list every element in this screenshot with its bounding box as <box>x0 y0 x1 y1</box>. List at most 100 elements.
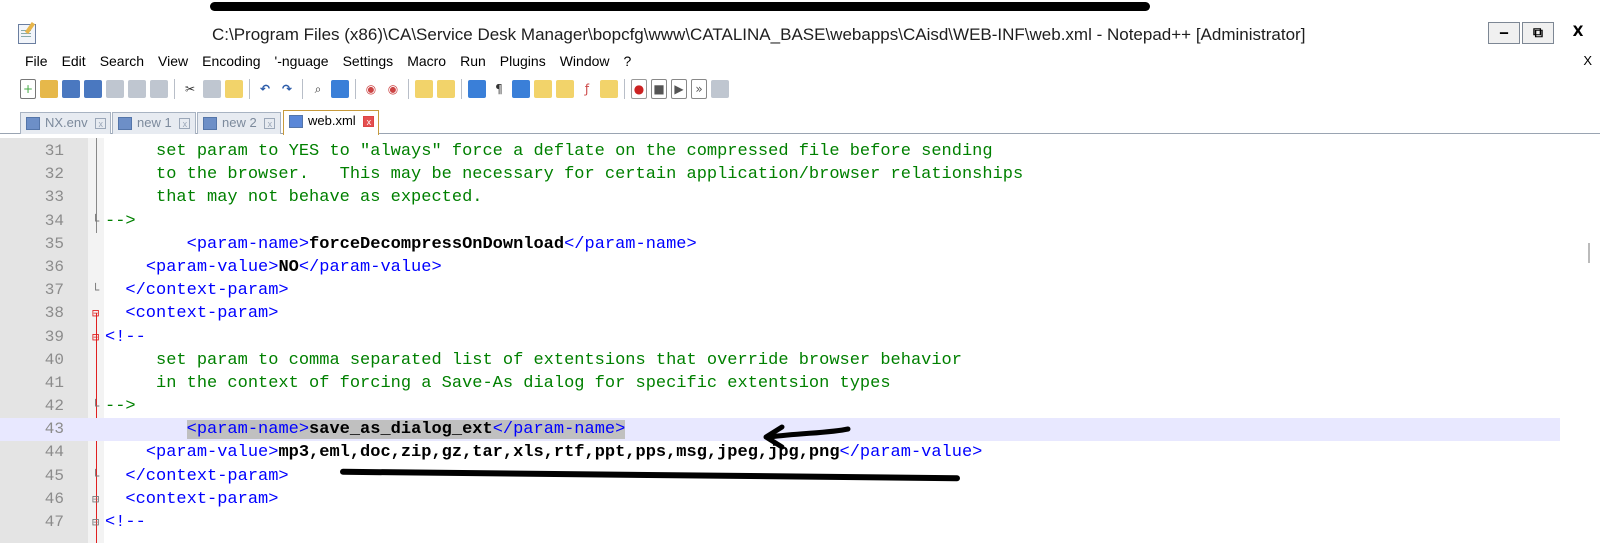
tab-close-icon[interactable]: x <box>95 118 107 130</box>
code-line[interactable]: 35 <param-name>forceDecompressOnDownload… <box>0 233 1560 256</box>
indent-guide-icon[interactable] <box>512 80 530 98</box>
close-all-icon[interactable] <box>128 80 146 98</box>
menu-language[interactable]: '-nguage <box>275 50 329 72</box>
tab-nx-env[interactable]: NX.env x <box>20 112 111 134</box>
undo-icon[interactable]: ↶ <box>256 80 274 98</box>
close-button[interactable]: X <box>1556 22 1600 42</box>
save-all-icon[interactable] <box>84 80 102 98</box>
code-line[interactable]: 37 └ </context-param> <box>0 279 1560 302</box>
code-line[interactable]: 46 ⊟ <context-param> <box>0 488 1560 511</box>
zoom-in-icon[interactable]: ◉ <box>362 80 380 98</box>
save-macro-icon[interactable] <box>711 80 729 98</box>
toolbar-separator <box>355 79 356 99</box>
close-icon[interactable] <box>106 80 124 98</box>
print-icon[interactable] <box>150 80 168 98</box>
xml-close-tag: </param-name> <box>492 420 626 440</box>
menu-window[interactable]: Window <box>560 50 610 72</box>
tab-close-icon[interactable]: x <box>179 118 191 130</box>
scrollbar-thumb[interactable] <box>1580 243 1590 263</box>
menu-edit[interactable]: Edit <box>62 50 86 72</box>
run-macro-multi-icon[interactable]: » <box>691 79 707 99</box>
folder-icon[interactable] <box>600 80 618 98</box>
vertical-scrollbar[interactable] <box>1560 138 1600 543</box>
replace-icon[interactable] <box>331 80 349 98</box>
menu-settings[interactable]: Settings <box>343 50 394 72</box>
code-line[interactable]: 34 └ --> <box>0 210 1560 233</box>
find-icon[interactable]: ⌕ <box>309 80 327 98</box>
redo-icon[interactable]: ↷ <box>278 80 296 98</box>
code-line[interactable]: 47 ⊟ <!-- <box>0 511 1560 534</box>
code-line[interactable]: 41 in the context of forcing a Save-As d… <box>0 372 1560 395</box>
editor-pane[interactable]: 31 set param to YES to "always" force a … <box>0 138 1600 543</box>
restore-button[interactable]: ⧉ <box>1522 22 1554 44</box>
stop-macro-icon[interactable]: ■ <box>651 79 667 99</box>
xml-tag: <param-value> <box>145 443 279 463</box>
code-line[interactable]: 39 ⊟ <!-- <box>0 326 1560 349</box>
new-file-icon[interactable]: + <box>20 79 36 99</box>
play-macro-icon[interactable]: ▶ <box>671 79 687 99</box>
toolbar: + ✂ ↶ ↷ ⌕ ◉ ◉ ¶ ƒ ● ■ ▶ » <box>20 76 733 102</box>
code-line[interactable]: 42 └ --> <box>0 395 1560 418</box>
fold-toggle-icon[interactable]: ⊟ <box>92 302 99 325</box>
code-line[interactable]: 40 set param to comma separated list of … <box>0 349 1560 372</box>
file-icon <box>203 117 217 130</box>
line-number: 40 <box>44 350 64 369</box>
minimize-button[interactable]: ‒ <box>1488 22 1520 44</box>
menu-encoding[interactable]: Encoding <box>202 50 260 72</box>
code-line[interactable]: 33 that may not behave as expected. <box>0 186 1560 209</box>
code-line[interactable]: 32 to the browser. This may be necessary… <box>0 163 1560 186</box>
sync-v-icon[interactable] <box>415 80 433 98</box>
code-text: set param to comma separated list of ext… <box>105 349 962 372</box>
line-number: 39 <box>44 327 64 346</box>
fold-toggle-icon[interactable]: ⊟ <box>92 326 99 349</box>
save-icon[interactable] <box>62 80 80 98</box>
xml-close-tag: </param-name> <box>564 234 697 254</box>
fold-toggle-icon[interactable]: ⊟ <box>92 488 99 511</box>
fold-toggle-icon[interactable]: ⊟ <box>92 511 99 534</box>
tab-close-icon[interactable]: x <box>264 118 276 130</box>
function-list-icon[interactable]: ƒ <box>578 80 596 98</box>
paste-icon[interactable] <box>225 80 243 98</box>
all-chars-icon[interactable]: ¶ <box>490 80 508 98</box>
udl-icon[interactable] <box>534 80 552 98</box>
wrap-icon[interactable] <box>468 80 486 98</box>
tab-label: new 2 <box>222 115 257 130</box>
menu-view[interactable]: View <box>158 50 188 72</box>
tab-close-icon[interactable]: x <box>363 116 375 128</box>
open-file-icon[interactable] <box>40 80 58 98</box>
tab-web-xml[interactable]: web.xml x <box>283 110 379 135</box>
menu-search[interactable]: Search <box>100 50 144 72</box>
fold-end-marker: └ <box>92 283 100 298</box>
record-macro-icon[interactable]: ● <box>631 79 647 99</box>
xml-tag: <param-name> <box>186 234 310 254</box>
xml-tag: </context-param> <box>125 281 289 301</box>
menu-help[interactable]: ? <box>624 50 632 72</box>
doc-map-icon[interactable] <box>556 80 574 98</box>
notepad-plus-plus-icon <box>18 24 36 44</box>
code-line[interactable]: 36 <param-value>NO</param-value> <box>0 256 1560 279</box>
tab-new-2[interactable]: new 2 x <box>197 112 281 134</box>
code-line[interactable]: 31 set param to YES to "always" force a … <box>0 140 1560 163</box>
toolbar-separator <box>174 79 175 99</box>
toolbar-separator <box>408 79 409 99</box>
menu-macro[interactable]: Macro <box>407 50 446 72</box>
menu-run[interactable]: Run <box>460 50 486 72</box>
cut-icon[interactable]: ✂ <box>181 80 199 98</box>
line-number: 35 <box>44 234 64 253</box>
menu-file[interactable]: File <box>25 50 48 72</box>
toolbar-separator <box>624 79 625 99</box>
close-document-icon[interactable]: X <box>1583 50 1592 72</box>
menu-plugins[interactable]: Plugins <box>500 50 546 72</box>
tab-new-1[interactable]: new 1 x <box>112 112 196 134</box>
zoom-out-icon[interactable]: ◉ <box>384 80 402 98</box>
copy-icon[interactable] <box>203 80 221 98</box>
xml-value: save_as_dialog_ext <box>309 420 493 440</box>
code-text: </context-param> <box>105 465 289 488</box>
xml-tag: </context-param> <box>125 466 289 486</box>
code-line[interactable]: 38 ⊟ <context-param> <box>0 302 1560 325</box>
sync-h-icon[interactable] <box>437 80 455 98</box>
